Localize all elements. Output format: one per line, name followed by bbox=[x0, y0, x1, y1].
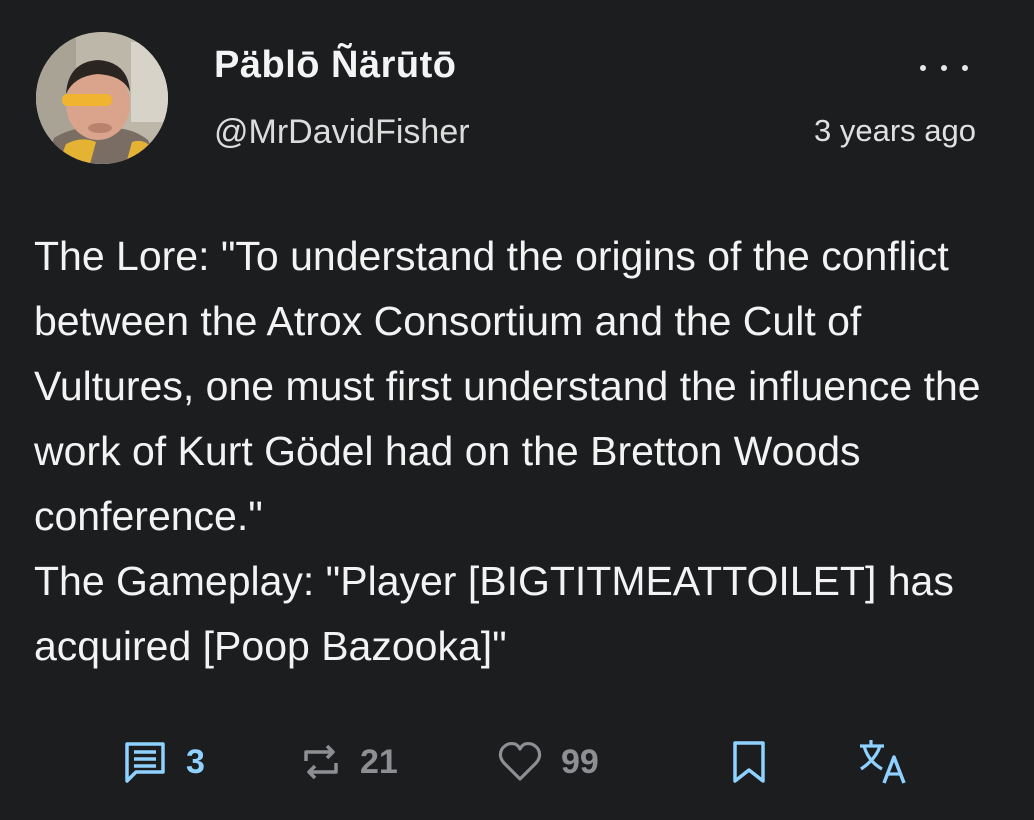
like-button[interactable]: 99 bbox=[497, 730, 599, 794]
heart-icon bbox=[498, 741, 542, 781]
post-card: Päblō Ñärūtō @MrDavidFisher 3 years ago … bbox=[0, 0, 1034, 820]
repost-button[interactable]: 21 bbox=[300, 730, 398, 794]
post-timestamp[interactable]: 3 years ago bbox=[814, 113, 976, 149]
bookmark-icon bbox=[733, 741, 765, 783]
repost-count: 21 bbox=[360, 742, 398, 781]
reply-button[interactable]: 3 bbox=[122, 730, 205, 794]
bookmark-button[interactable] bbox=[730, 730, 768, 794]
author-display-name[interactable]: Päblō Ñärūtō bbox=[214, 44, 456, 87]
translate-button[interactable] bbox=[856, 730, 910, 794]
post-body: The Lore: "To understand the origins of … bbox=[34, 224, 1004, 679]
reply-count: 3 bbox=[186, 742, 205, 781]
author-handle[interactable]: @MrDavidFisher bbox=[214, 113, 470, 152]
post-body-paragraph: The Gameplay: "Player [BIGTITMEATTOILET]… bbox=[34, 558, 954, 669]
post-actions: 3 21 99 bbox=[0, 730, 1034, 794]
post-body-paragraph: The Lore: "To understand the origins of … bbox=[34, 233, 981, 539]
comment-icon bbox=[125, 742, 165, 783]
like-count: 99 bbox=[561, 742, 599, 781]
more-options-button[interactable] bbox=[920, 56, 968, 80]
more-horizontal-icon bbox=[920, 65, 926, 71]
avatar-image bbox=[36, 32, 168, 164]
avatar[interactable] bbox=[36, 32, 168, 164]
repost-icon bbox=[304, 744, 338, 780]
translate-icon bbox=[860, 740, 906, 784]
